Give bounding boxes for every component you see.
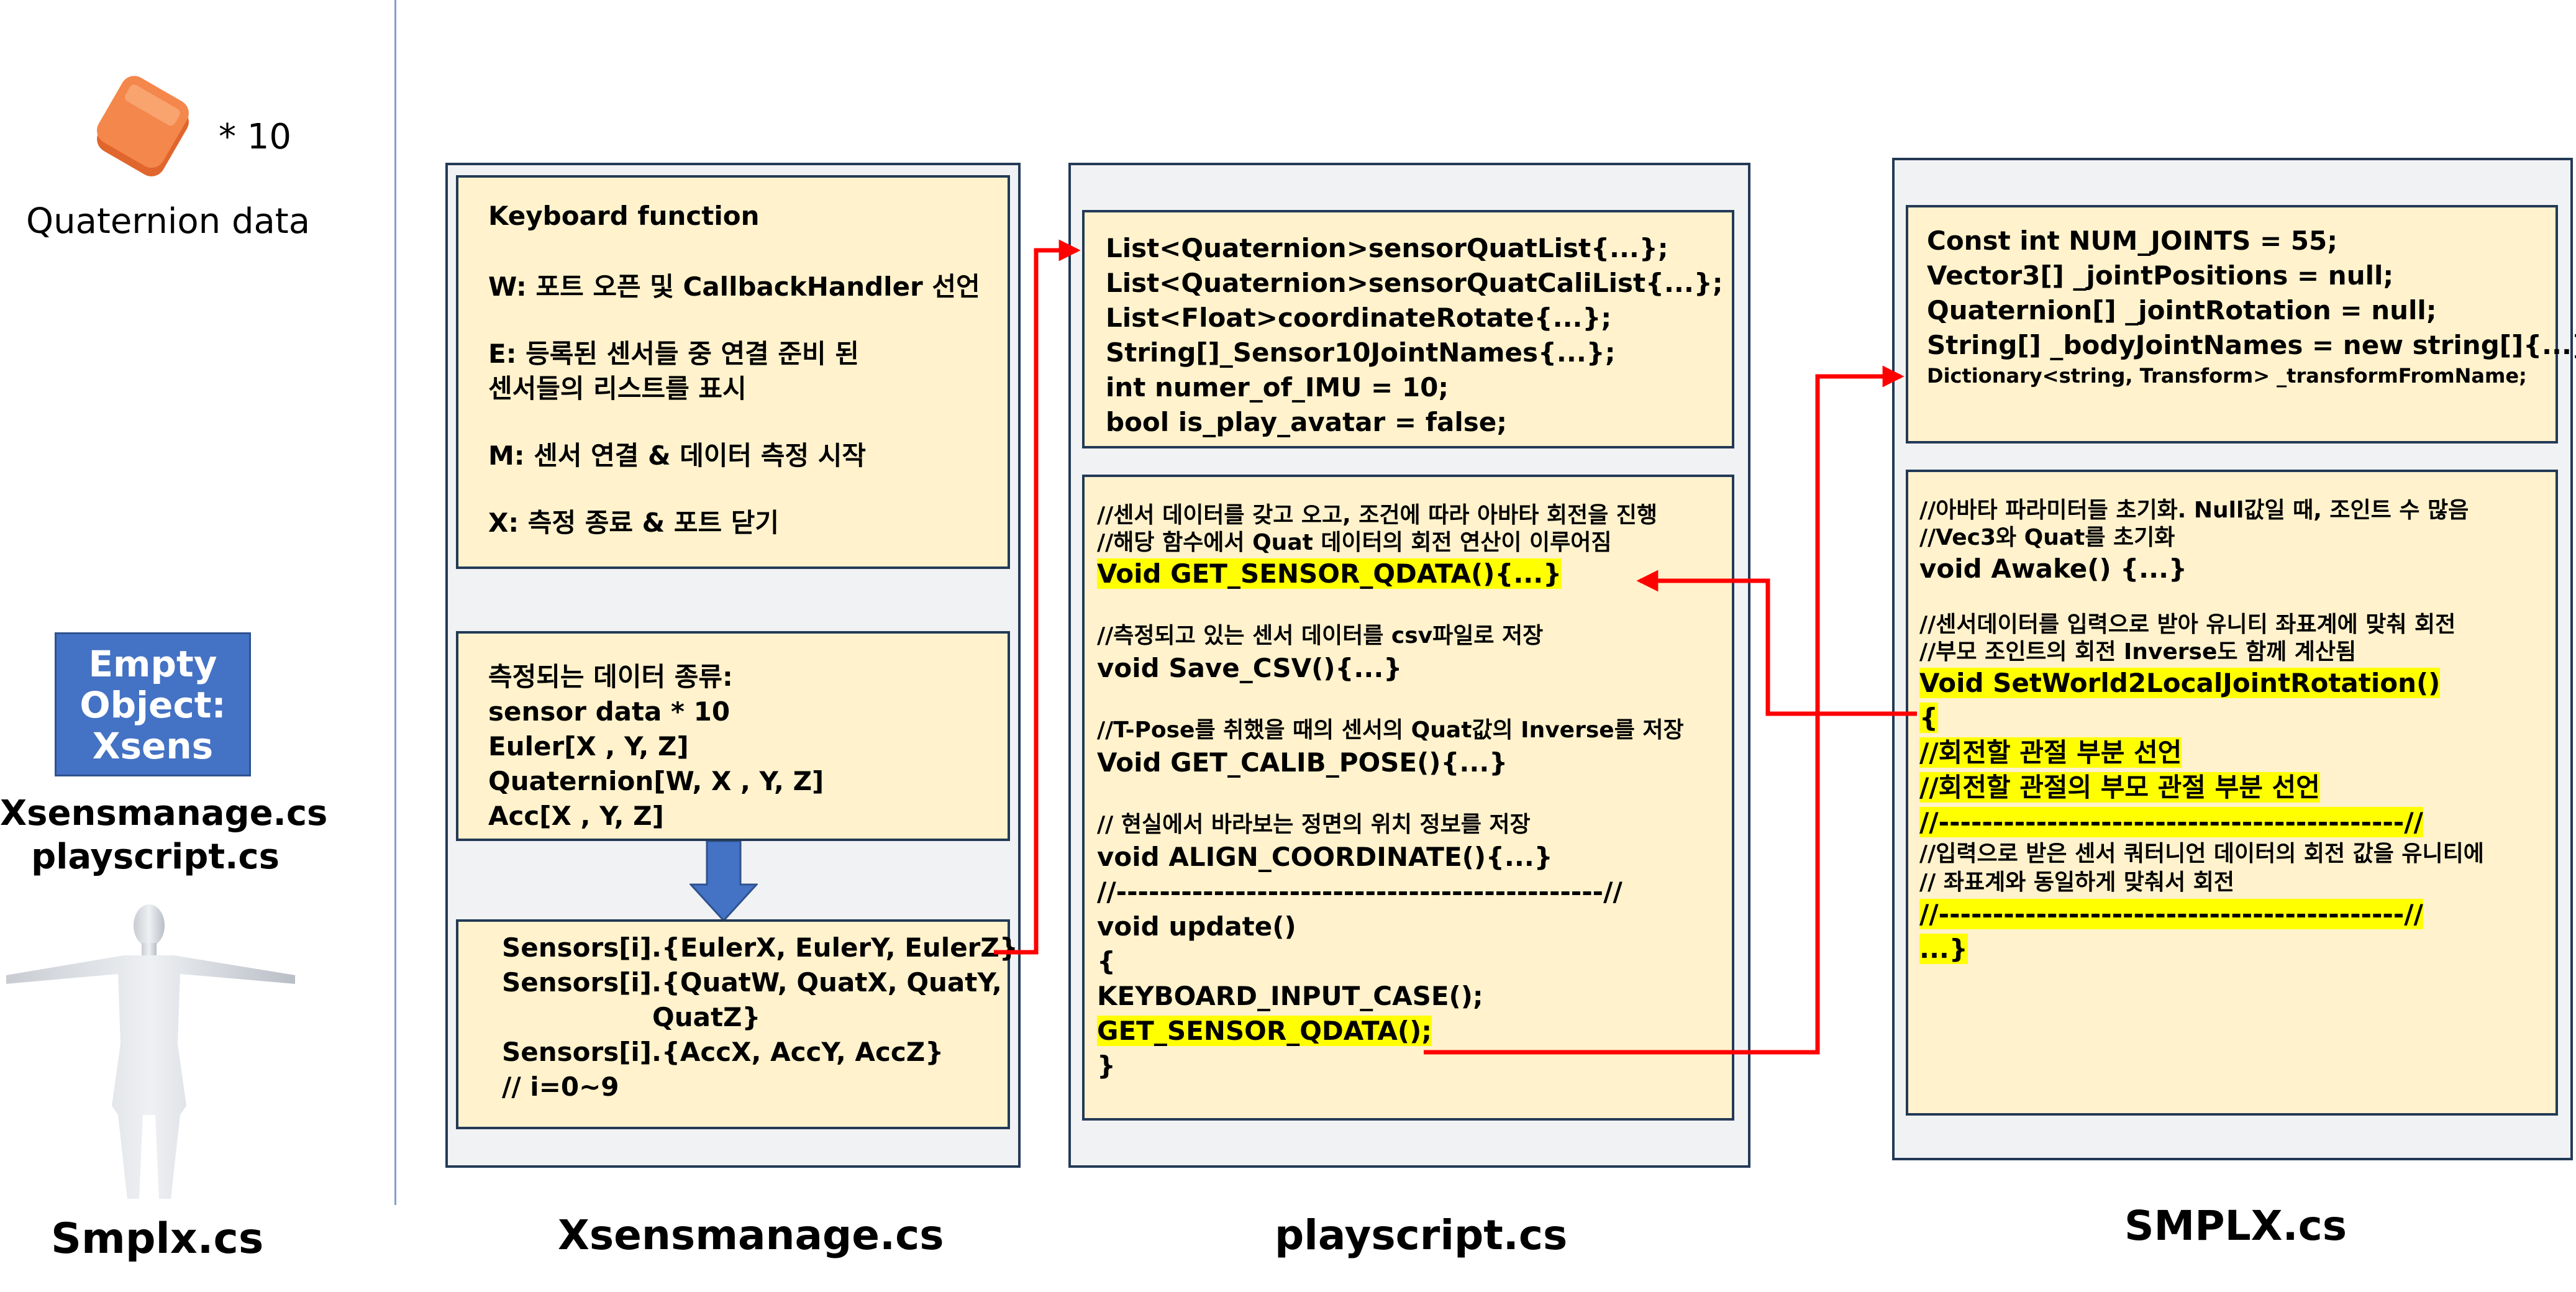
connector-arrows <box>994 239 1917 1055</box>
arrow-sensors-to-fields <box>994 239 1081 955</box>
arrow-rotation-to-qdata <box>1636 570 1917 716</box>
